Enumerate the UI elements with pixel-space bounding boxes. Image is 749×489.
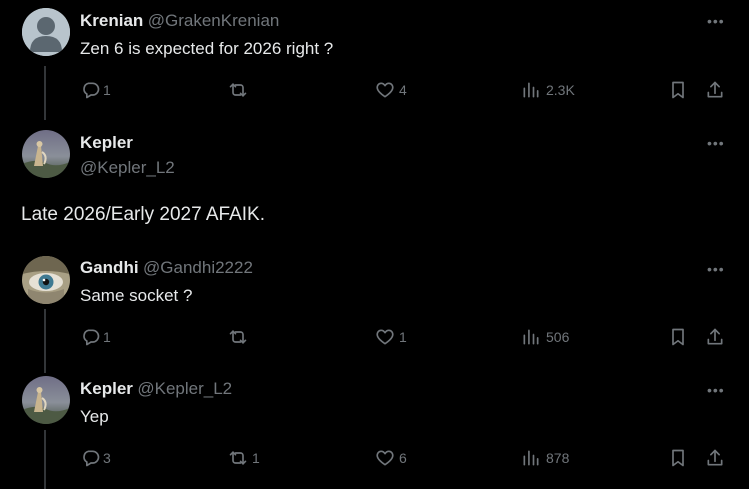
reply-count: 3 (103, 450, 111, 466)
share-icon (705, 80, 725, 100)
more-icon[interactable]: ••• (707, 136, 725, 150)
post-text: Zen 6 is expected for 2026 right ? (80, 39, 334, 58)
bookmark-button[interactable] (668, 448, 688, 468)
reply-count: 1 (103, 82, 111, 98)
views-button[interactable]: 506 (521, 327, 569, 347)
author-handle[interactable]: @Gandhi2222 (143, 258, 253, 277)
reply-button[interactable]: 3 (81, 448, 111, 468)
thread-line (44, 66, 46, 120)
reply-icon (81, 327, 101, 347)
author-name[interactable]: Kepler (80, 379, 133, 398)
bookmark-icon (668, 448, 688, 468)
author-handle[interactable]: @Kepler_L2 (137, 379, 232, 398)
views-icon (521, 80, 541, 100)
repost-count: 1 (252, 450, 260, 466)
avatar-gandhi[interactable] (22, 256, 70, 304)
bookmark-button[interactable] (668, 80, 688, 100)
like-count: 1 (399, 329, 407, 345)
repost-icon (228, 327, 248, 347)
share-button[interactable] (705, 448, 725, 468)
like-icon (375, 327, 395, 347)
author-name[interactable]: Kepler (80, 133, 133, 153)
like-count: 4 (399, 82, 407, 98)
bookmark-button[interactable] (668, 327, 688, 347)
author-name[interactable]: Krenian (80, 11, 143, 30)
views-button[interactable]: 878 (521, 448, 569, 468)
avatar-kepler[interactable] (22, 130, 70, 178)
post-text: Late 2026/Early 2027 AFAIK. (21, 204, 266, 225)
share-icon (705, 327, 725, 347)
like-button[interactable]: 1 (375, 327, 407, 347)
repost-button[interactable]: 1 (228, 448, 260, 468)
views-count: 878 (546, 450, 570, 466)
repost-icon (228, 80, 248, 100)
like-button[interactable]: 6 (375, 448, 407, 468)
share-button[interactable] (705, 327, 725, 347)
thread-line (44, 309, 46, 373)
author-handle[interactable]: @Kepler_L2 (80, 158, 175, 178)
reply-icon (81, 448, 101, 468)
like-button[interactable]: 4 (375, 80, 407, 100)
views-icon (521, 448, 541, 468)
like-icon (375, 80, 395, 100)
repost-button[interactable] (228, 80, 254, 100)
more-icon[interactable]: ••• (707, 14, 725, 28)
views-icon (521, 327, 541, 347)
like-icon (375, 448, 395, 468)
share-button[interactable] (705, 80, 725, 100)
avatar-kepler[interactable] (22, 376, 70, 424)
share-icon (705, 448, 725, 468)
views-count: 2.3K (546, 82, 575, 98)
views-count: 506 (546, 329, 570, 345)
post-text: Same socket ? (80, 286, 193, 305)
bookmark-icon (668, 327, 688, 347)
author-name[interactable]: Gandhi (80, 258, 139, 277)
reply-count: 1 (103, 329, 111, 345)
avatar-default[interactable] (22, 8, 70, 56)
repost-icon (228, 448, 248, 468)
bookmark-icon (668, 80, 688, 100)
author-handle[interactable]: @GrakenKrenian (148, 11, 280, 30)
post-text: Yep (80, 407, 109, 426)
more-icon[interactable]: ••• (707, 262, 725, 276)
reply-button[interactable]: 1 (81, 327, 111, 347)
like-count: 6 (399, 450, 407, 466)
reply-icon (81, 80, 101, 100)
views-button[interactable]: 2.3K (521, 80, 575, 100)
more-icon[interactable]: ••• (707, 383, 725, 397)
thread-line (44, 430, 46, 489)
repost-button[interactable] (228, 327, 254, 347)
reply-button[interactable]: 1 (81, 80, 111, 100)
